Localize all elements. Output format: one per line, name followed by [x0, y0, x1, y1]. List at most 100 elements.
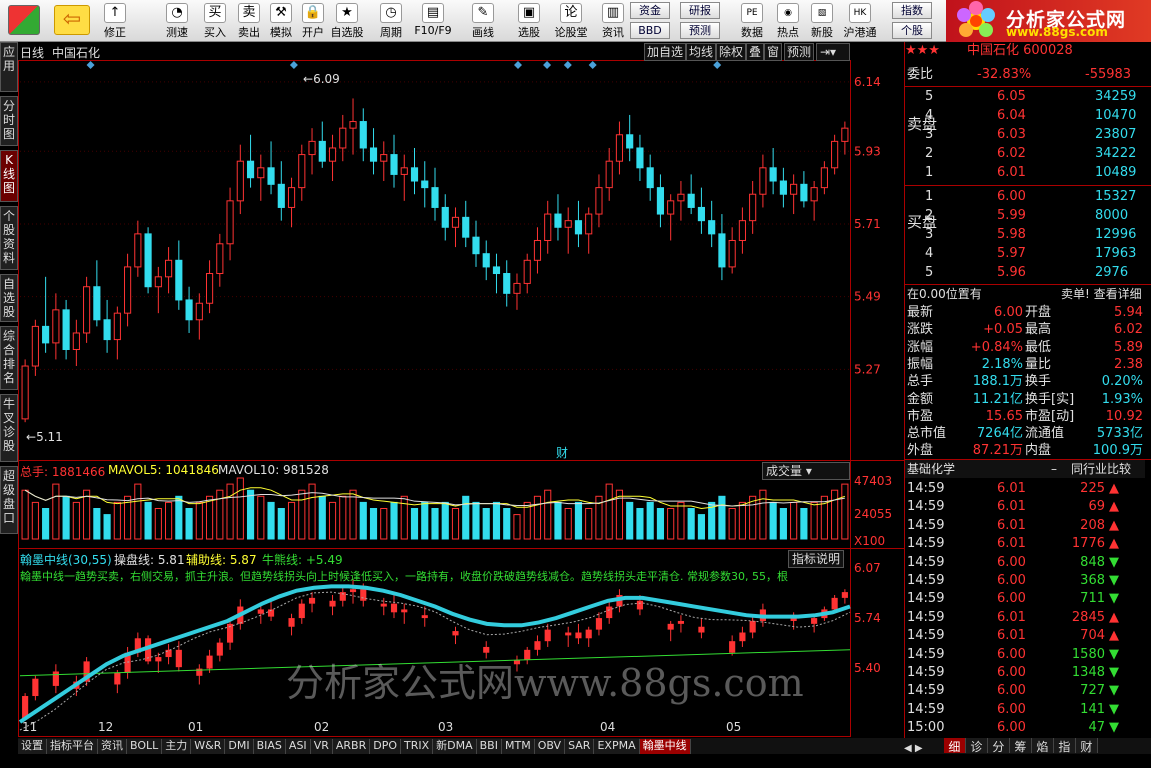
toolbar-item-7[interactable]: 🔒 开户	[294, 1, 332, 41]
indicator-tab-0[interactable]: 设置	[18, 739, 47, 754]
indicator-tab-9[interactable]: VR	[310, 739, 333, 754]
bid-row[interactable]: 4 5.97 17963	[905, 245, 1145, 263]
indicator-tab-1[interactable]: 指标平台	[47, 739, 98, 754]
panel-tab-1[interactable]: 诊	[965, 738, 988, 754]
toolbar-item-12[interactable]: ▣ 选股	[510, 1, 548, 41]
toolbar-item-3[interactable]: ◔ 测速	[158, 1, 196, 41]
toolbar-right-item-3[interactable]: HK 沪港通	[842, 1, 878, 41]
toolbar-item-13[interactable]: 论论股堂	[552, 1, 590, 41]
event-diamond-icon[interactable]	[289, 61, 298, 69]
sidenav-item-1[interactable]: 分时图	[0, 96, 18, 146]
event-diamond-icon[interactable]	[543, 61, 552, 69]
indicator-tab-2[interactable]: 资讯	[98, 739, 127, 754]
ask-row[interactable]: 1 6.01 10489	[905, 164, 1145, 182]
indicator-tab-15[interactable]: MTM	[501, 739, 535, 754]
industry-name[interactable]: 基础化学	[907, 460, 955, 478]
chart-button-2[interactable]: 除权	[716, 43, 747, 61]
tick-row: 14:59 6.01 2845 ▲	[907, 609, 1119, 625]
toolbar-right-item-1[interactable]: ◉ 热点	[770, 1, 806, 41]
ask-row[interactable]: 3 6.03 23807	[905, 126, 1145, 144]
ask-row[interactable]: 4 6.04 10470	[905, 107, 1145, 125]
indicator-tab-17[interactable]: SAR	[565, 739, 595, 754]
sell-order-link[interactable]: 卖单! 查看详细	[1061, 285, 1142, 303]
event-diamond-icon[interactable]	[514, 61, 522, 69]
indicator-tab-18[interactable]: EXPMA	[594, 739, 640, 754]
indicator-tab-10[interactable]: ARBR	[332, 739, 371, 754]
volume-indicator-dropdown[interactable]: 成交量 ▾	[762, 462, 850, 480]
finance-marker[interactable]: 财	[556, 444, 568, 461]
chart-button-5[interactable]: 预测	[784, 43, 815, 61]
lock-icon: 🔒	[302, 3, 324, 23]
panel-tab-6[interactable]: 财	[1075, 738, 1098, 754]
toolbar-item-4[interactable]: 买买入	[196, 1, 234, 41]
indicator-tab-14[interactable]: BBI	[476, 739, 502, 754]
panel-tab-0[interactable]: 细	[943, 738, 966, 754]
bbd-button[interactable]: BBD	[630, 22, 670, 39]
panel-tab-4[interactable]: 焰	[1031, 738, 1054, 754]
indicator-tab-5[interactable]: W&R	[191, 739, 226, 754]
industry-compare-button[interactable]: 同行业比较	[1071, 460, 1131, 478]
sidenav-item-2[interactable]: K线图	[0, 150, 18, 202]
ask-row[interactable]: 2 6.02 34222	[905, 145, 1145, 163]
toolbar-right-item-0[interactable]: PE 数据	[734, 1, 770, 41]
sidenav-item-4[interactable]: 自选股	[0, 274, 18, 322]
bid-row[interactable]: 3 5.98 12996	[905, 226, 1145, 244]
indicator-help-button[interactable]: 指标说明	[788, 550, 845, 568]
toolbar-item-10[interactable]: ▤ F10/F9	[414, 1, 452, 41]
toolbar-item-1[interactable]: ⇦	[52, 1, 92, 41]
chart-button-1[interactable]: 均线	[686, 43, 717, 61]
bid-row[interactable]: 2 5.99 8000	[905, 207, 1145, 225]
toolbar-right-item-2[interactable]: ▧ 新股	[804, 1, 840, 41]
toolbar-item-label: 周期	[380, 26, 402, 39]
indicator-candle	[595, 618, 603, 630]
panel-tab-5[interactable]: 指	[1053, 738, 1076, 754]
toolbar-item-0[interactable]	[4, 1, 44, 41]
indicator-candle	[349, 589, 357, 593]
sidenav-item-0[interactable]: 应用	[0, 42, 18, 92]
chart-button-3[interactable]: 叠	[746, 43, 765, 61]
indicator-tab-19[interactable]: 翰墨中线	[639, 739, 691, 754]
chart-menu-button[interactable]: ⇥▾	[816, 43, 850, 61]
bid-row[interactable]: 1 6.00 15327	[905, 188, 1145, 206]
indicator-tab-13[interactable]: 新DMA	[433, 739, 477, 754]
toolbar-item-11[interactable]: ✎ 画线	[464, 1, 502, 41]
toolbar-item-8[interactable]: ★ 自选股	[328, 1, 366, 41]
volume-bar	[175, 495, 183, 540]
stock-button[interactable]: 个股	[892, 22, 932, 39]
chart-button-4[interactable]: 窗	[764, 43, 783, 61]
sidenav-item-5[interactable]: 综合排名	[0, 326, 18, 390]
bid-row[interactable]: 5 5.96 2976	[905, 264, 1145, 282]
ask-row[interactable]: 5 6.05 34259	[905, 88, 1145, 106]
kline-chart-svg[interactable]: 6.14 5.93 5.71 5.49 5.27 47403 24055 X100 6.07 5.…	[18, 42, 904, 738]
event-diamond-icon[interactable]	[713, 61, 722, 69]
indicator-tab-11[interactable]: DPO	[370, 739, 401, 754]
indicator-tab-8[interactable]: ASI	[285, 739, 311, 754]
candle	[574, 220, 583, 235]
indicator-tab-6[interactable]: DMI	[225, 739, 254, 754]
research-button[interactable]: 研报	[680, 2, 720, 19]
volume-bar	[523, 501, 531, 540]
logo: 分析家公式网 www.88gs.com	[946, 0, 1151, 42]
sidenav-item-3[interactable]: 个股资料	[0, 206, 18, 270]
indicator-tab-16[interactable]: OBV	[534, 739, 566, 754]
toolbar-item-2[interactable]: ↑ 修正	[96, 1, 134, 41]
toolbar-item-14[interactable]: ▥ 资讯	[594, 1, 632, 41]
indicator-tab-4[interactable]: 主力	[162, 739, 192, 754]
chart-button-0[interactable]: 加自选	[644, 43, 687, 61]
index-button[interactable]: 指数	[892, 2, 932, 19]
sidenav-item-6[interactable]: 牛叉诊股	[0, 394, 18, 462]
panel-tab-2[interactable]: 分	[987, 738, 1010, 754]
tab-scroll-arrows-icon[interactable]: ◀ ▶	[904, 743, 940, 754]
panel-tab-3[interactable]: 筹	[1009, 738, 1032, 754]
event-diamond-icon[interactable]	[563, 61, 572, 69]
forecast-button[interactable]: 预测	[680, 22, 720, 39]
kline-chart-area[interactable]: 6.14 5.93 5.71 5.49 5.27 47403 24055 X100 6.07 5.…	[18, 42, 904, 738]
fund-button[interactable]: 资金	[630, 2, 670, 19]
indicator-tab-3[interactable]: BOLL	[127, 739, 163, 754]
event-diamond-icon[interactable]	[588, 61, 597, 69]
sidenav-item-7[interactable]: 超级盘口	[0, 466, 18, 534]
toolbar-item-9[interactable]: ◷ 周期	[372, 1, 410, 41]
indicator-tab-12[interactable]: TRIX	[400, 739, 434, 754]
indicator-tab-7[interactable]: BIAS	[253, 739, 286, 754]
event-diamond-icon[interactable]	[86, 61, 95, 69]
